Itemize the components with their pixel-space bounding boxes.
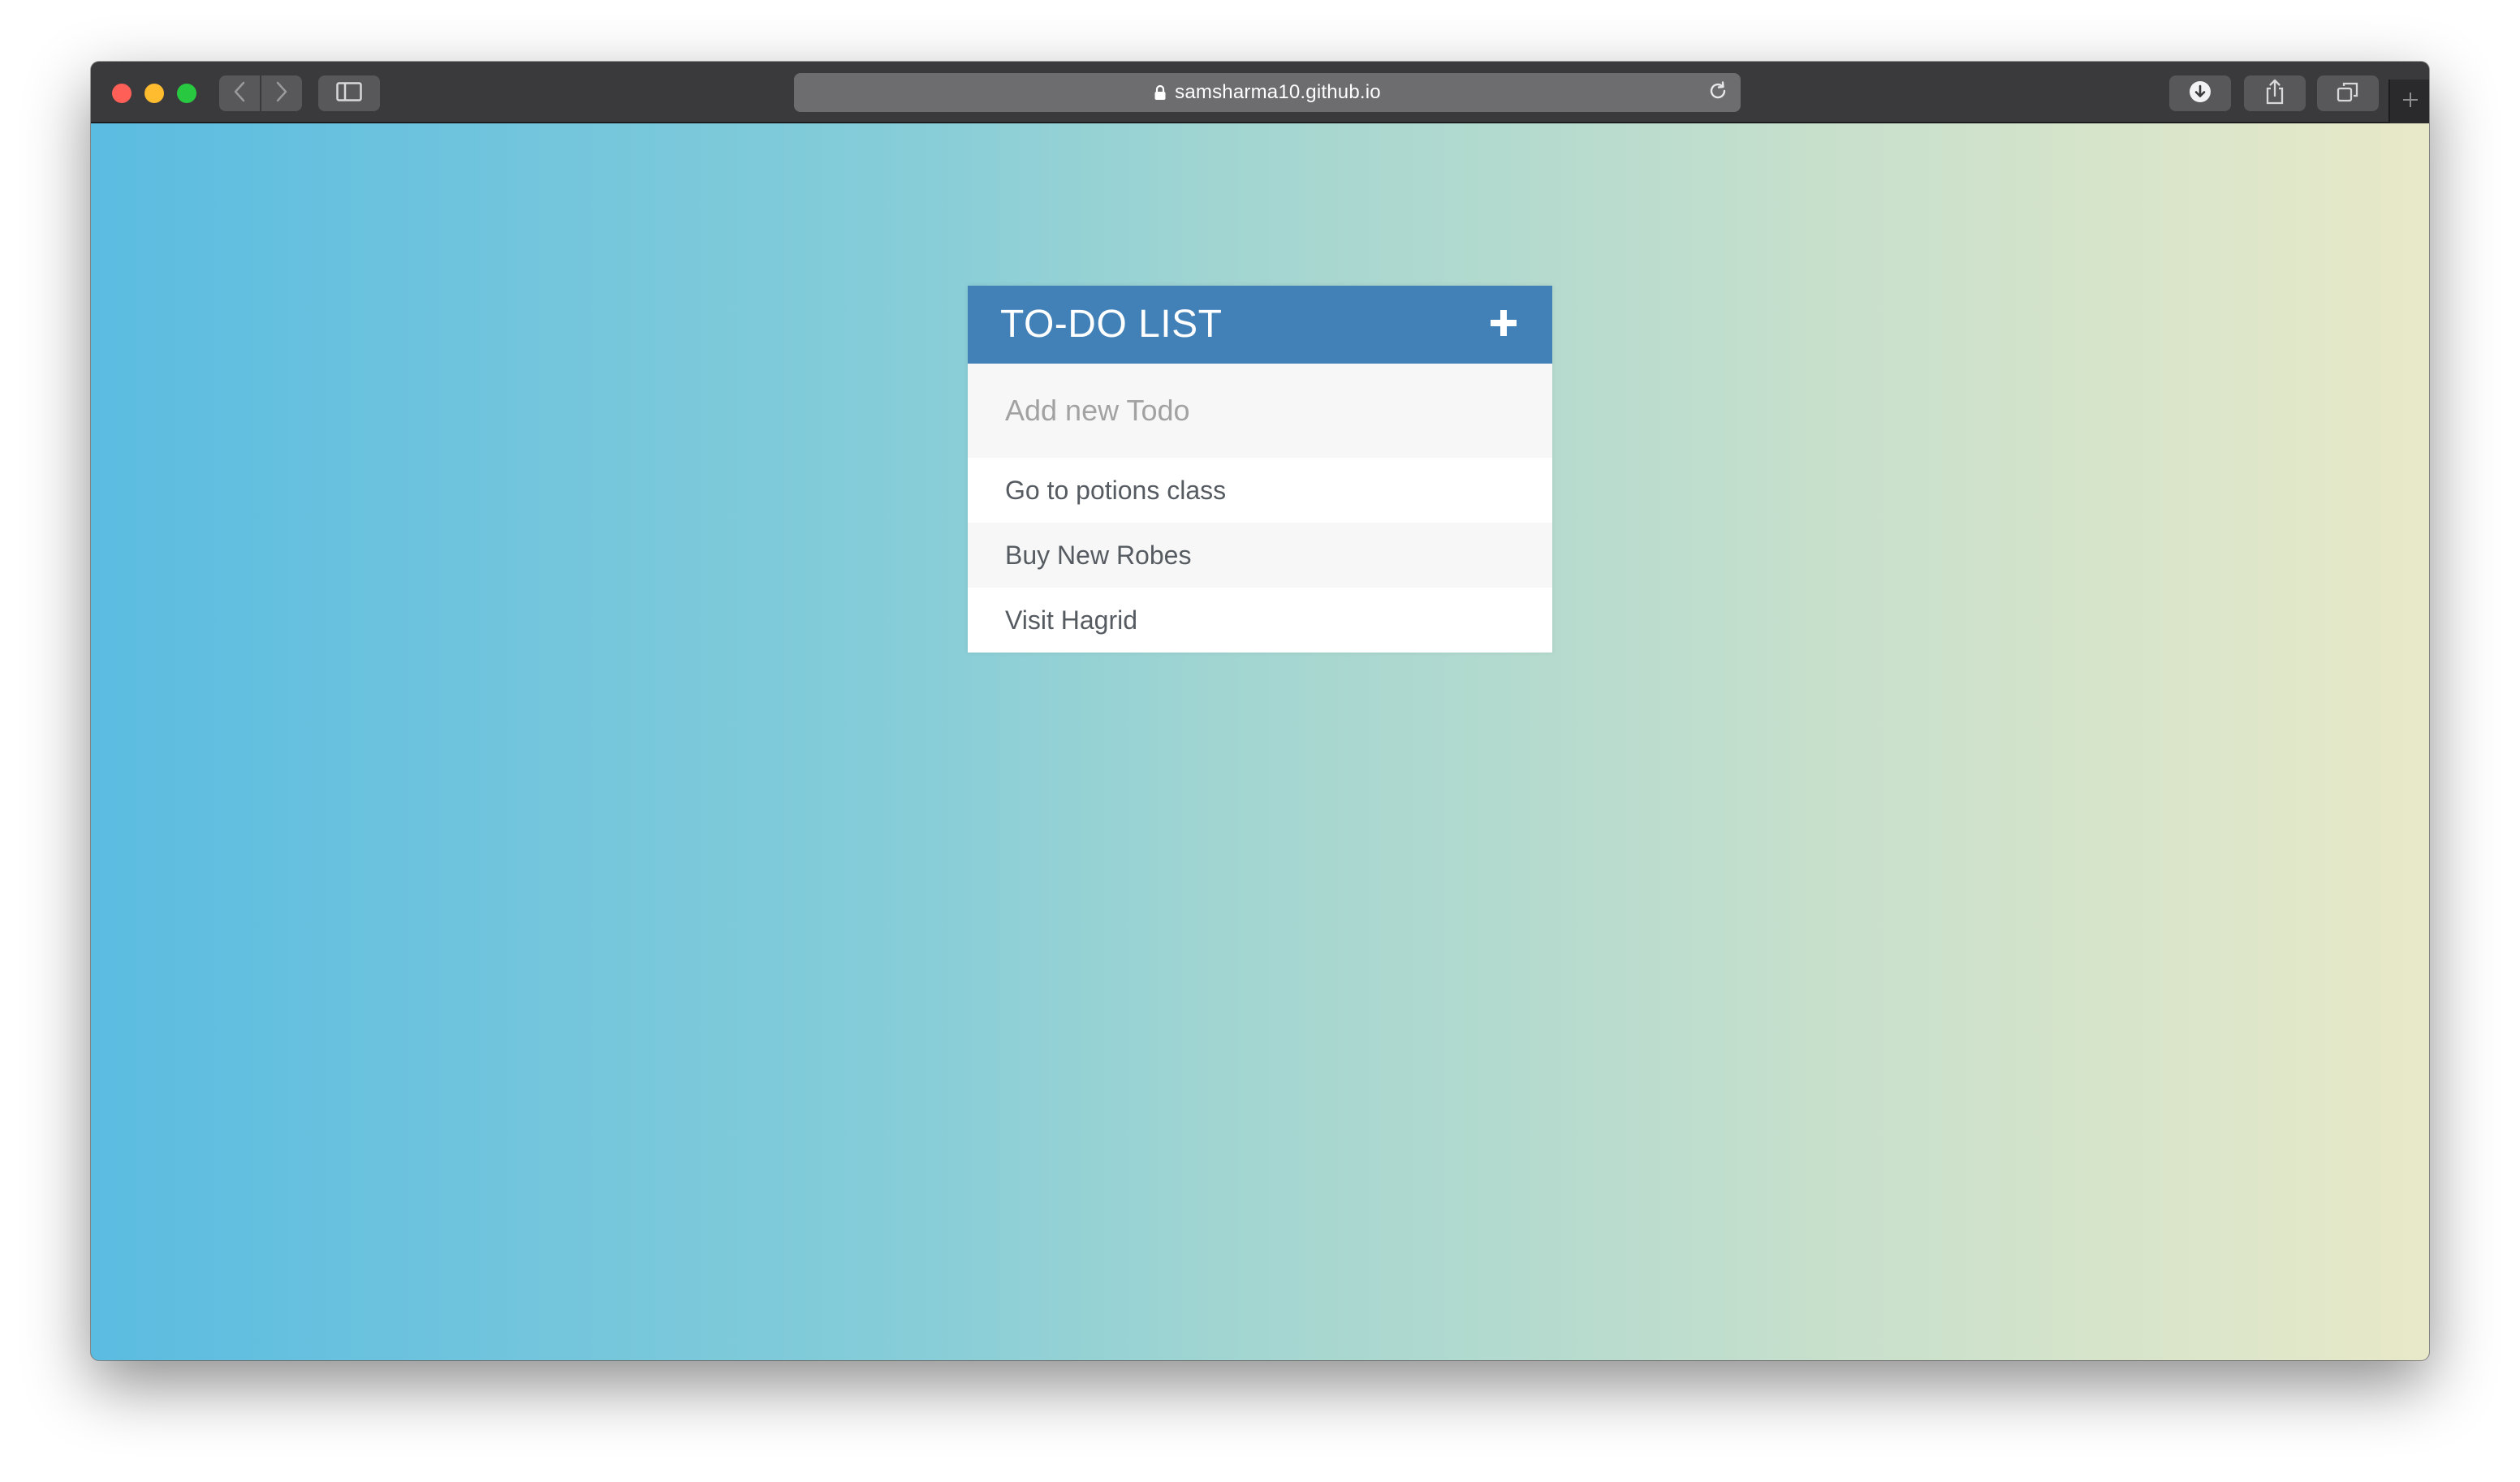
downloads-button[interactable] xyxy=(2169,75,2231,111)
todo-list: Go to potions class Buy New Robes Visit … xyxy=(968,458,1552,653)
todo-item[interactable]: Buy New Robes xyxy=(968,523,1552,588)
toggle-input-button[interactable] xyxy=(1486,307,1521,342)
chevron-right-icon xyxy=(275,81,288,106)
tab-overview-button[interactable] xyxy=(2317,75,2379,111)
sidebar-icon xyxy=(336,81,362,106)
new-todo-input[interactable] xyxy=(968,364,1552,458)
todo-item[interactable]: Visit Hagrid xyxy=(968,588,1552,653)
todo-item[interactable]: Go to potions class xyxy=(968,458,1552,523)
todo-header: TO-DO LIST xyxy=(968,286,1552,364)
reload-button[interactable] xyxy=(1707,80,1729,106)
plus-icon xyxy=(1487,307,1520,343)
browser-toolbar: samsharma10.github.io xyxy=(91,62,2429,123)
address-bar[interactable]: samsharma10.github.io xyxy=(794,73,1741,112)
sidebar-toggle-button[interactable] xyxy=(318,75,380,111)
chevron-left-icon xyxy=(233,81,246,106)
web-content: TO-DO LIST Go to potions class Buy New R… xyxy=(91,123,2429,1360)
lock-icon xyxy=(1154,84,1167,101)
back-button[interactable] xyxy=(219,75,260,111)
download-icon xyxy=(2189,80,2211,107)
new-tab-button[interactable] xyxy=(2388,80,2429,123)
todo-card: TO-DO LIST Go to potions class Buy New R… xyxy=(968,286,1552,653)
screen: samsharma10.github.io TO-DO LIST Add new… xyxy=(0,0,2520,1482)
plus-icon xyxy=(2401,91,2419,113)
url-text: samsharma10.github.io xyxy=(1175,81,1381,103)
zoom-window-button[interactable] xyxy=(177,84,196,103)
close-window-button[interactable] xyxy=(112,84,132,103)
minimize-window-button[interactable] xyxy=(145,84,164,103)
browser-window: samsharma10.github.io TO-DO LIST Add new… xyxy=(91,62,2429,1360)
share-icon xyxy=(2265,79,2285,109)
tabs-overview-icon xyxy=(2337,81,2359,106)
forward-button[interactable] xyxy=(261,75,302,111)
reload-icon xyxy=(1707,80,1728,106)
share-button[interactable] xyxy=(2244,75,2306,111)
todo-title: TO-DO LIST xyxy=(1000,303,1223,346)
